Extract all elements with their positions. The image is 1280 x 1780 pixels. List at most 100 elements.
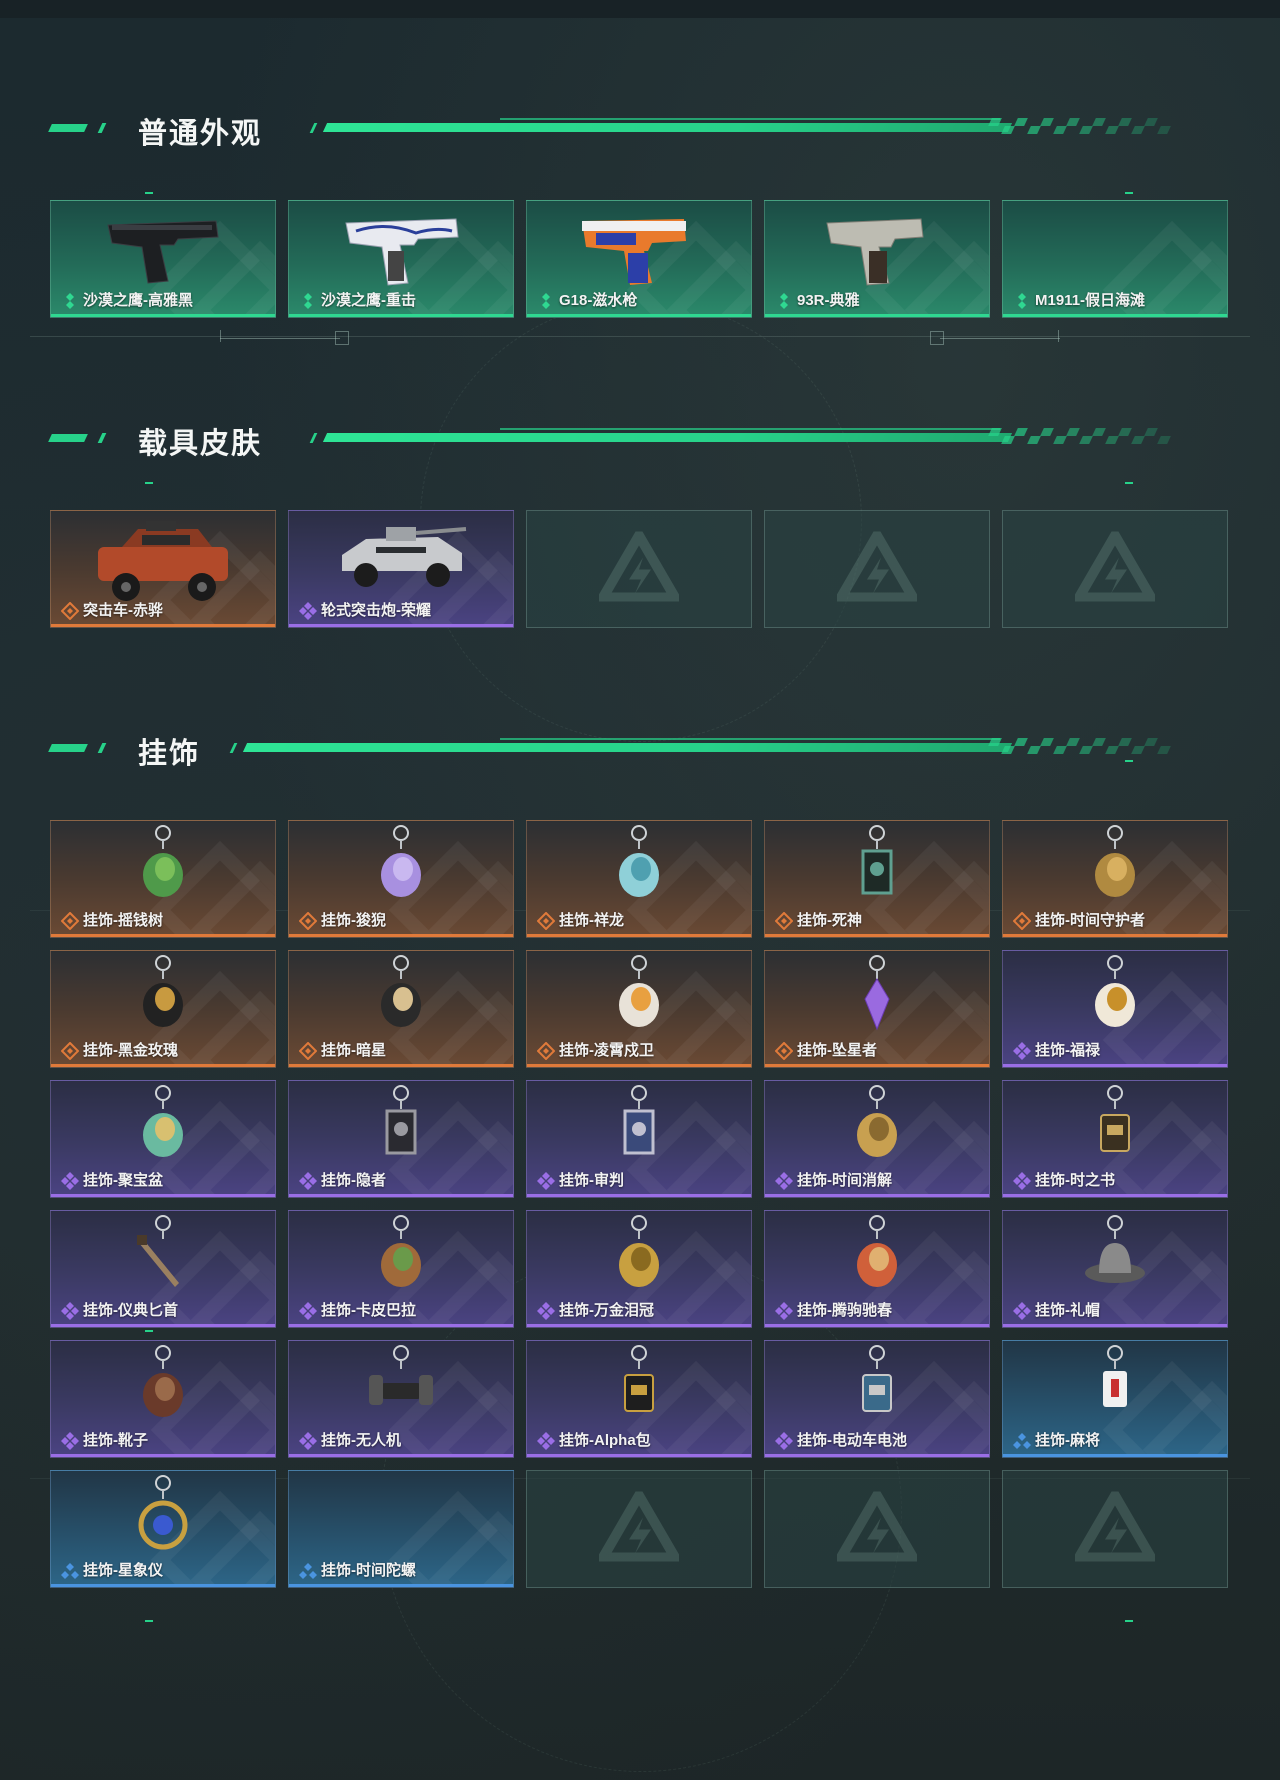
pistol-silver-icon <box>817 207 937 292</box>
item-card[interactable]: 挂饰-摇钱树 <box>50 820 276 938</box>
item-card[interactable]: 挂饰-福禄 <box>1002 950 1228 1068</box>
rarity-bar <box>289 1454 513 1457</box>
item-card[interactable]: 挂饰-暗星 <box>288 950 514 1068</box>
dagger-charm-icon <box>123 1213 203 1308</box>
header-accent <box>97 433 107 443</box>
item-card[interactable]: 挂饰-狻猊 <box>288 820 514 938</box>
treasure-bowl-charm-icon <box>123 1083 203 1178</box>
rarity-bar <box>527 1194 751 1197</box>
rarity-bar <box>765 1064 989 1067</box>
rarity-purple-icon <box>299 1172 317 1190</box>
rarity-bar <box>527 1454 751 1457</box>
divider-line <box>940 338 1060 339</box>
item-card[interactable]: 挂饰-靴子 <box>50 1340 276 1458</box>
rarity-bar <box>527 1324 751 1327</box>
item-card[interactable]: 挂饰-星象仪 <box>50 1470 276 1588</box>
header-bar-line <box>500 118 1000 120</box>
time-dissolve-charm-icon <box>837 1083 917 1178</box>
item-card[interactable]: G18-滋水枪 <box>526 200 752 318</box>
section-title: 普通外观 <box>138 116 263 150</box>
item-card[interactable]: 挂饰-电动车电池 <box>764 1340 990 1458</box>
item-label: 挂饰-靴子 <box>83 1432 148 1449</box>
item-label: 挂饰-暗星 <box>321 1042 386 1059</box>
item-card[interactable]: 挂饰-黑金玫瑰 <box>50 950 276 1068</box>
item-card[interactable]: 轮式突击炮-荣耀 <box>288 510 514 628</box>
green-marker <box>145 192 153 194</box>
item-label: 挂饰-卡皮巴拉 <box>321 1302 416 1319</box>
rarity-orange-icon <box>536 1041 556 1061</box>
item-card[interactable]: M1911-假日海滩 <box>1002 200 1228 318</box>
item-card[interactable]: 挂饰-无人机 <box>288 1340 514 1458</box>
empty-slot <box>1002 1470 1228 1588</box>
empty-slot <box>764 1470 990 1588</box>
rarity-bar <box>289 314 513 317</box>
section-header-charms: 挂饰 <box>48 728 1200 770</box>
item-card[interactable]: 挂饰-隐者 <box>288 1080 514 1198</box>
item-card[interactable]: 挂饰-万金泪冠 <box>526 1210 752 1328</box>
divider-line <box>220 338 340 339</box>
green-marker <box>145 1330 153 1332</box>
rarity-bar <box>289 1194 513 1197</box>
crystal-charm-icon <box>837 953 917 1048</box>
rarity-purple-icon <box>775 1172 793 1190</box>
item-label: 挂饰-时之书 <box>1035 1172 1115 1189</box>
rarity-orange-icon <box>774 1041 794 1061</box>
mahjong-charm-icon <box>1075 1343 1155 1438</box>
item-card[interactable]: 挂饰-坠星者 <box>764 950 990 1068</box>
item-card[interactable]: 挂饰-审判 <box>526 1080 752 1198</box>
wheeled-gun-icon <box>326 517 476 602</box>
rarity-bar <box>51 934 275 937</box>
rarity-blue-icon <box>299 1562 317 1580</box>
item-label: 挂饰-腾驹驰春 <box>797 1302 892 1319</box>
divider-box <box>930 331 944 345</box>
water-pistol-icon <box>574 207 704 292</box>
item-card[interactable]: 挂饰-仪典匕首 <box>50 1210 276 1328</box>
item-card[interactable]: 挂饰-时间陀螺 <box>288 1470 514 1588</box>
divider-tick <box>220 330 221 342</box>
item-card[interactable]: 沙漠之鹰-重击 <box>288 200 514 318</box>
item-card[interactable]: 挂饰-腾驹驰春 <box>764 1210 990 1328</box>
rarity-green-icon <box>775 292 793 310</box>
item-card[interactable]: 挂饰-麻将 <box>1002 1340 1228 1458</box>
item-card[interactable]: 93R-典雅 <box>764 200 990 318</box>
item-label: 挂饰-仪典匕首 <box>83 1302 178 1319</box>
black-gold-rose-charm-icon <box>123 953 203 1048</box>
pistol-black-icon <box>98 207 228 292</box>
header-accent <box>97 123 107 133</box>
item-card[interactable]: 挂饰-凌霄戍卫 <box>526 950 752 1068</box>
empty-slot <box>1002 510 1228 628</box>
guardian-charm-icon <box>599 953 679 1048</box>
rarity-bar <box>289 934 513 937</box>
capybara-charm-icon <box>361 1213 441 1308</box>
rarity-bar <box>765 1194 989 1197</box>
item-card[interactable]: 挂饰-时间守护者 <box>1002 820 1228 938</box>
rarity-purple-icon <box>1013 1042 1031 1060</box>
rarity-purple-icon <box>1013 1172 1031 1190</box>
rarity-bar <box>51 1064 275 1067</box>
rarity-bar <box>51 1454 275 1457</box>
header-accent <box>97 743 107 753</box>
header-checker-pattern <box>988 738 1180 754</box>
item-card[interactable]: 挂饰-祥龙 <box>526 820 752 938</box>
rarity-purple-icon <box>61 1432 79 1450</box>
item-label: 沙漠之鹰-重击 <box>321 292 416 309</box>
boot-charm-icon <box>123 1343 203 1438</box>
item-card[interactable]: 突击车-赤骅 <box>50 510 276 628</box>
item-card[interactable]: 挂饰-时之书 <box>1002 1080 1228 1198</box>
rarity-green-icon <box>537 292 555 310</box>
item-label: 挂饰-福禄 <box>1035 1042 1100 1059</box>
item-card[interactable]: 挂饰-Alpha包 <box>526 1340 752 1458</box>
rarity-bar <box>765 1324 989 1327</box>
rarity-green-icon <box>61 292 79 310</box>
item-card[interactable]: 挂饰-礼帽 <box>1002 1210 1228 1328</box>
rarity-purple-icon <box>537 1432 555 1450</box>
item-card[interactable]: 挂饰-聚宝盆 <box>50 1080 276 1198</box>
item-card[interactable]: 挂饰-死神 <box>764 820 990 938</box>
item-card[interactable]: 挂饰-卡皮巴拉 <box>288 1210 514 1328</box>
item-label: 挂饰-万金泪冠 <box>559 1302 654 1319</box>
rarity-bar <box>527 934 751 937</box>
rarity-purple-icon <box>299 602 317 620</box>
item-card[interactable]: 沙漠之鹰-高雅黑 <box>50 200 276 318</box>
item-card[interactable]: 挂饰-时间消解 <box>764 1080 990 1198</box>
rarity-bar <box>289 1324 513 1327</box>
